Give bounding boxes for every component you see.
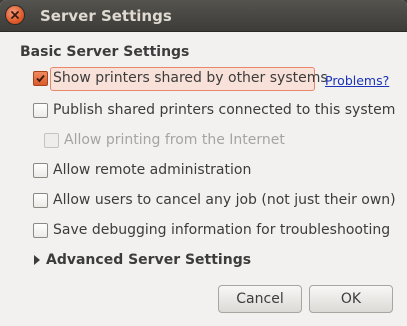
advanced-settings-expander[interactable]: Advanced Server Settings <box>31 250 251 272</box>
dialog-content: Basic Server Settings Show printers shar… <box>0 32 407 326</box>
option-label: Allow remote administration <box>53 162 252 178</box>
expander-arrow-icon <box>34 255 40 265</box>
option-label: Allow printing from the Internet <box>64 132 285 148</box>
expander-label: Advanced Server Settings <box>46 252 252 268</box>
option-label: Save debugging information for troublesh… <box>53 222 391 238</box>
close-icon <box>11 11 19 19</box>
option-label: Show printers shared by other systems <box>53 70 328 86</box>
option-show-shared-printers[interactable]: Show printers shared by other systems <box>31 67 331 91</box>
option-save-debugging-info[interactable]: Save debugging information for troublesh… <box>31 219 391 243</box>
checkbox-publish-shared-printers[interactable] <box>33 103 48 118</box>
option-allow-internet-printing: Allow printing from the Internet <box>42 129 302 153</box>
checkbox-allow-cancel-any-job[interactable] <box>33 193 48 208</box>
option-label: Publish shared printers connected to thi… <box>53 102 396 118</box>
title-bar[interactable]: Server Settings <box>0 0 407 32</box>
checkbox-show-shared-printers[interactable] <box>33 71 48 86</box>
problems-link[interactable]: Problems? <box>325 73 389 88</box>
checkmark-icon <box>36 74 45 83</box>
cancel-button[interactable]: Cancel <box>218 285 302 313</box>
option-allow-cancel-any-job[interactable]: Allow users to cancel any job (not just … <box>31 189 396 213</box>
option-label: Allow users to cancel any job (not just … <box>53 192 396 208</box>
checkbox-allow-remote-admin[interactable] <box>33 163 48 178</box>
checkbox-allow-internet-printing <box>44 133 59 148</box>
checkbox-save-debugging-info[interactable] <box>33 223 48 238</box>
section-title: Basic Server Settings <box>20 44 190 60</box>
server-settings-dialog: Server Settings Basic Server Settings Sh… <box>0 0 407 326</box>
option-allow-remote-admin[interactable]: Allow remote administration <box>31 159 261 183</box>
window-title: Server Settings <box>40 7 172 25</box>
close-button[interactable] <box>6 6 24 24</box>
option-publish-shared-printers[interactable]: Publish shared printers connected to thi… <box>31 99 395 123</box>
ok-button[interactable]: OK <box>309 285 393 313</box>
